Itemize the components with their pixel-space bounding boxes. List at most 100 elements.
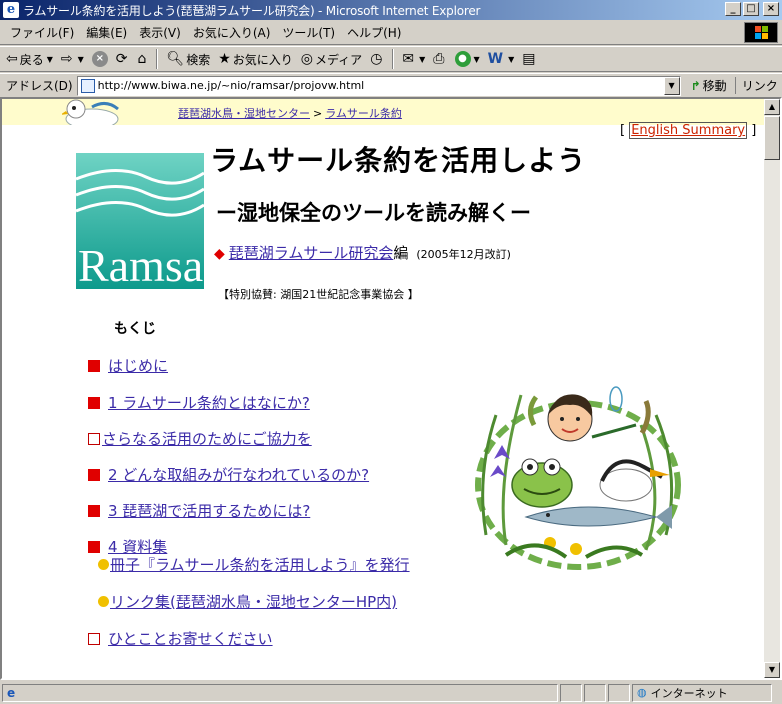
ramsar-logo-text: Ramsar xyxy=(78,240,204,289)
status-panel xyxy=(584,683,606,702)
refresh-button[interactable]: ⟳ xyxy=(116,51,130,67)
search-icon: 🔍︎ xyxy=(166,51,185,67)
toc-link-section-2[interactable]: 2 どんな取組みが行なわれているのか? xyxy=(108,464,369,485)
go-button[interactable]: ↱ 移動 xyxy=(691,77,727,94)
toc-item: 3 琵琶湖で活用するためには? xyxy=(88,500,310,521)
hollow-square-bullet-icon xyxy=(88,432,100,445)
toc-link-booklet[interactable]: 冊子『ラムサール条約を活用しよう』を発行 xyxy=(110,554,410,575)
address-field[interactable]: ▼ xyxy=(76,75,681,96)
english-summary-link[interactable]: English Summary xyxy=(629,122,748,139)
toc-link-intro[interactable]: はじめに xyxy=(108,355,168,376)
sponsor-note: 【特別協賛: 湖国21世紀記念事業協会 】 xyxy=(218,288,419,301)
page-title: ラムサール条約を活用しよう xyxy=(210,144,587,177)
ramsar-logo: Ramsar xyxy=(76,153,204,289)
discuss-button[interactable]: ▤ xyxy=(522,51,537,67)
toc-link-feedback[interactable]: ひとことお寄せください xyxy=(108,628,273,649)
toc-link-section-3[interactable]: 3 琵琶湖で活用するためには? xyxy=(108,500,310,521)
toc-item: 2 どんな取組みが行なわれているのか? xyxy=(88,464,369,485)
messenger-icon: ● xyxy=(454,51,471,67)
search-button[interactable]: 🔍︎ 検索 xyxy=(166,51,210,68)
refresh-icon: ⟳ xyxy=(115,51,128,67)
chevron-down-icon[interactable]: ▼ xyxy=(508,55,514,64)
toc-link-section-1[interactable]: 1 ラムサール条約とはなにか? xyxy=(108,392,310,413)
favorites-label: お気に入り xyxy=(232,52,293,67)
chevron-down-icon[interactable]: ▼ xyxy=(474,55,480,64)
red-square-bullet-icon xyxy=(88,540,100,553)
breadcrumb-link-ramsar[interactable]: ラムサール条約 xyxy=(325,107,402,120)
mail-button[interactable]: ✉ ▼ xyxy=(402,51,425,67)
messenger-button[interactable]: ● ▼ xyxy=(454,51,480,67)
scroll-thumb[interactable] xyxy=(764,116,780,160)
breadcrumb: 琵琶湖水鳥・湿地センター > ラムサール条約 xyxy=(178,105,402,121)
forward-button[interactable]: ⇨ ▼ xyxy=(61,51,84,67)
author-line: ◆ 琵琶湖ラムサール研究会編 (2005年12月改訂) xyxy=(214,242,511,263)
breadcrumb-separator: > xyxy=(313,107,323,120)
ie-icon: e xyxy=(3,2,19,18)
menu-edit[interactable]: 編集(E) xyxy=(80,24,133,41)
menu-view[interactable]: 表示(V) xyxy=(133,24,187,41)
menu-file[interactable]: ファイル(F) xyxy=(0,24,80,41)
wetland-illustration xyxy=(475,386,681,570)
red-square-bullet-icon xyxy=(88,504,100,517)
search-label: 検索 xyxy=(186,52,211,67)
author-suffix: 編 xyxy=(393,244,409,262)
standard-toolbar: ⇦ 戻る ▼ ⇨ ▼ × ⟳ ⌂ 🔍︎ 検索 ★ お気に入り ◎ メディア ◷ … xyxy=(0,46,782,72)
english-summary: [ English Summary ] xyxy=(620,122,757,139)
status-text-panel: e xyxy=(2,683,558,702)
menu-bar: ファイル(F) 編集(E) 表示(V) お気に入り(A) ツール(T) ヘルプ(… xyxy=(0,21,782,45)
links-button[interactable]: リンク xyxy=(734,77,778,94)
toc-heading: もくじ xyxy=(114,321,156,337)
vertical-scrollbar[interactable]: ▲ ▼ xyxy=(764,99,780,678)
forward-arrow-icon: ⇨ xyxy=(60,51,73,67)
revision-date: (2005年12月改訂) xyxy=(416,248,511,261)
address-bar: アドレス(D) ▼ ↱ 移動 リンク xyxy=(0,73,782,97)
menu-favorites[interactable]: お気に入り(A) xyxy=(187,24,277,41)
history-button[interactable]: ◷ xyxy=(370,51,384,67)
breadcrumb-link-center[interactable]: 琵琶湖水鳥・湿地センター xyxy=(178,107,310,120)
web-page: 琵琶湖水鳥・湿地センター > ラムサール条約 [ English Summary ]… xyxy=(2,99,764,678)
edit-button[interactable]: W ▼ xyxy=(488,51,515,67)
chevron-down-icon[interactable]: ▼ xyxy=(47,55,53,64)
menu-help[interactable]: ヘルプ(H) xyxy=(341,24,407,41)
red-square-bullet-icon xyxy=(88,468,100,481)
chevron-down-icon[interactable]: ▼ xyxy=(78,55,84,64)
hollow-square-bullet-icon xyxy=(88,632,100,645)
toolbar-divider xyxy=(392,49,395,69)
stop-icon: × xyxy=(91,51,108,67)
favorites-button[interactable]: ★ お気に入り xyxy=(218,51,293,68)
mail-icon: ✉ xyxy=(402,51,415,67)
page-subtitle: ー湿地保全のツールを読み解くー xyxy=(216,201,531,225)
close-button[interactable]: × xyxy=(763,2,779,16)
minimize-button[interactable]: _ xyxy=(725,2,741,16)
page-done-icon: e xyxy=(7,685,16,700)
toc-link-links[interactable]: リンク集(琵琶湖水鳥・湿地センターHP内) xyxy=(110,591,397,612)
back-button[interactable]: ⇦ 戻る ▼ xyxy=(6,51,53,68)
toc-item: さらなる活用のためにご協力を xyxy=(88,428,312,449)
print-button[interactable]: ⎙ xyxy=(433,51,446,67)
window-title-bar[interactable]: e ラムサール条約を活用しよう(琵琶湖ラムサール研究会) - Microsoft… xyxy=(0,0,782,20)
author-link[interactable]: 琵琶湖ラムサール研究会 xyxy=(229,244,394,262)
red-square-bullet-icon xyxy=(88,396,100,409)
address-input[interactable] xyxy=(97,79,658,92)
chevron-down-icon[interactable]: ▼ xyxy=(419,55,425,64)
yellow-dot-bullet-icon xyxy=(98,596,109,607)
home-button[interactable]: ⌂ xyxy=(138,51,149,67)
toc-link-cooperation[interactable]: さらなる活用のためにご協力を xyxy=(102,428,312,449)
address-dropdown-icon[interactable]: ▼ xyxy=(663,76,680,95)
document-icon: ▤ xyxy=(522,51,536,67)
security-zone: ◍ インターネット xyxy=(632,683,772,702)
window-title: ラムサール条約を活用しよう(琵琶湖ラムサール研究会) - Microsoft I… xyxy=(23,3,481,18)
media-button[interactable]: ◎ メディア xyxy=(301,51,362,68)
zone-label: インターネット xyxy=(650,686,728,700)
back-arrow-icon: ⇦ xyxy=(6,51,18,67)
stop-button[interactable]: × xyxy=(91,51,108,67)
maximize-button[interactable]: □ xyxy=(743,2,759,16)
menu-tools[interactable]: ツール(T) xyxy=(276,24,341,41)
globe-icon: ◍ xyxy=(637,686,647,699)
print-icon: ⎙ xyxy=(433,51,445,67)
status-panel xyxy=(608,683,630,702)
back-label: 戻る xyxy=(19,52,44,67)
scroll-down-icon[interactable]: ▼ xyxy=(764,662,780,678)
scroll-up-icon[interactable]: ▲ xyxy=(764,99,780,115)
diamond-bullet-icon: ◆ xyxy=(214,246,225,262)
